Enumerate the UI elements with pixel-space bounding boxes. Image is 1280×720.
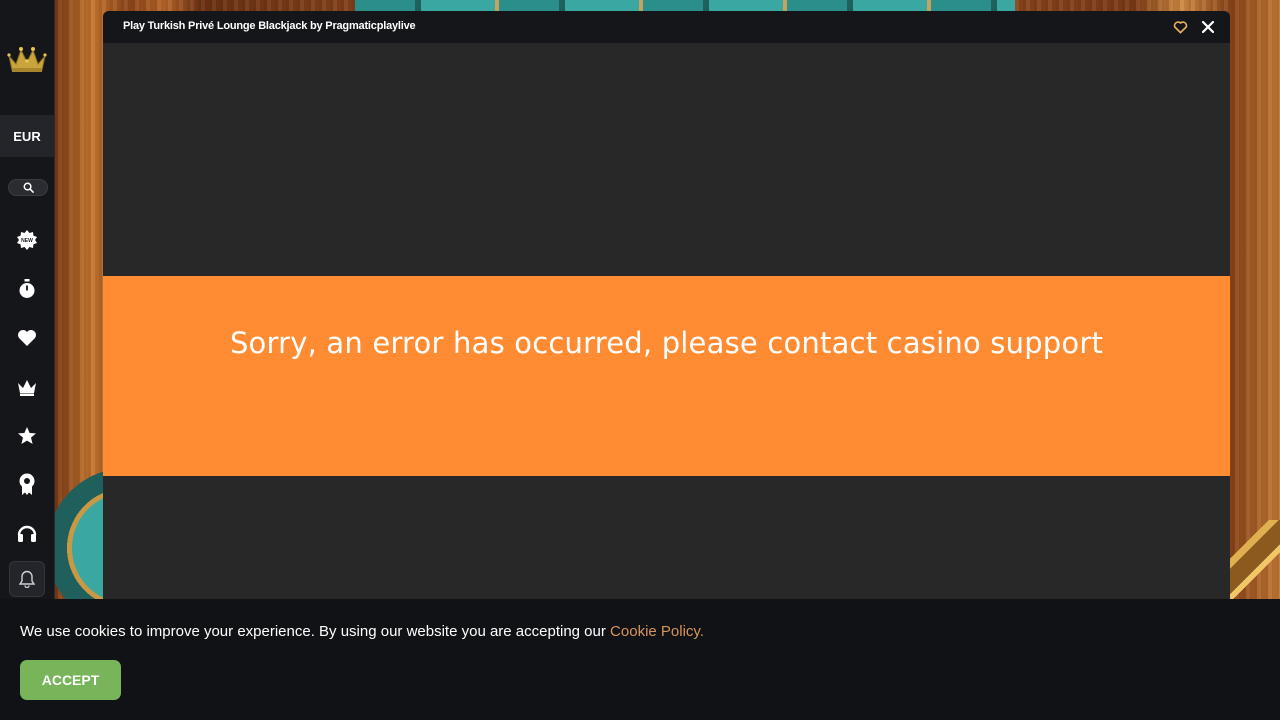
search-icon <box>23 182 34 193</box>
currency-selector[interactable]: EUR <box>0 115 54 157</box>
modal-title: Play Turkish Privé Lounge Blackjack by P… <box>123 20 416 32</box>
timer-icon <box>19 279 35 298</box>
sidebar-item-recent[interactable] <box>14 276 40 302</box>
sidebar-item-favorites[interactable] <box>14 325 40 351</box>
sidebar-item-new[interactable]: NEW <box>14 227 40 253</box>
cookie-policy-link[interactable]: Cookie Policy. <box>610 623 704 640</box>
search-button[interactable] <box>8 179 48 196</box>
star-icon <box>18 427 36 444</box>
new-games-icon: NEW <box>17 230 37 250</box>
sidebar: EUR NEW <box>0 0 55 600</box>
heart-icon <box>18 330 36 346</box>
currency-label: EUR <box>13 128 41 144</box>
cookie-message-text: We use cookies to improve your experienc… <box>20 623 611 640</box>
sidebar-item-tournaments[interactable] <box>14 471 40 497</box>
error-message: Sorry, an error has occurred, please con… <box>229 326 1104 360</box>
sidebar-item-support[interactable] <box>14 520 40 546</box>
sidebar-item-vip[interactable] <box>14 374 40 400</box>
close-button[interactable] <box>1200 19 1216 35</box>
favorite-button[interactable] <box>1172 19 1188 35</box>
heart-outline-icon <box>1173 21 1187 34</box>
accept-cookies-button[interactable]: ACCEPT <box>20 660 121 700</box>
close-icon <box>1202 21 1214 33</box>
modal-header: Play Turkish Privé Lounge Blackjack by P… <box>103 11 1230 43</box>
notifications-button[interactable] <box>9 561 45 597</box>
award-icon <box>19 473 35 495</box>
bell-icon <box>19 570 35 588</box>
cookie-banner: We use cookies to improve your experienc… <box>0 599 1280 720</box>
svg-text:NEW: NEW <box>21 238 33 244</box>
cookie-message: We use cookies to improve your experienc… <box>20 623 704 640</box>
crown-logo[interactable] <box>7 44 47 74</box>
sidebar-item-top[interactable] <box>14 423 40 449</box>
crown-icon <box>18 380 36 396</box>
headset-icon <box>17 525 37 542</box>
error-banner: Sorry, an error has occurred, please con… <box>103 276 1230 476</box>
game-modal: Play Turkish Privé Lounge Blackjack by P… <box>103 11 1230 600</box>
